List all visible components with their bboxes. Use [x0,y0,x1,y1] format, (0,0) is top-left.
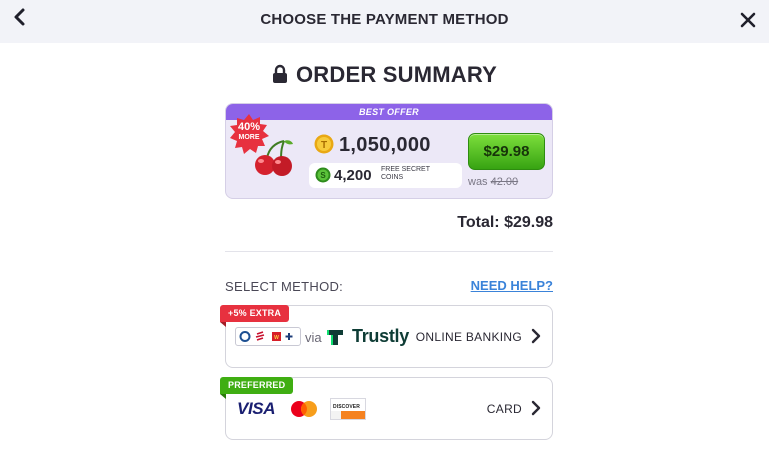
lock-icon [272,64,287,83]
gold-coin-icon: T [314,134,334,154]
via-label: via [305,330,322,345]
page-title: CHOOSE THE PAYMENT METHOD [260,11,509,28]
was-prefix: was [468,176,488,188]
green-coin-icon: S [315,167,331,183]
trustly-logo-icon [327,330,343,345]
was-price-value: 42.00 [490,176,519,188]
mastercard-logo-icon [291,401,317,417]
bonus-coins-amount: 4,200 [334,167,372,184]
payment-method-card[interactable]: PREFERRED VISA DISCOVER CARD [220,377,553,440]
ribbon-fold [220,322,226,327]
chevron-right-icon [531,400,541,416]
preferred-badge: PREFERRED [220,377,294,394]
svg-text:W: W [274,335,279,341]
payment-method-online-banking[interactable]: +5% EXTRA W via Trustly ONLINE BANKING [220,305,553,368]
svg-text:S: S [320,171,326,180]
extra-badge: +5% EXTRA [220,305,290,322]
buy-price-button[interactable]: $29.98 [468,133,545,170]
top-bar: CHOOSE THE PAYMENT METHOD [0,0,769,43]
promo-percent: 40% [237,121,261,133]
select-method-label: SELECT METHOD: [225,279,344,294]
coins-amount: 1,050,000 [339,134,431,156]
ribbon-fold [220,394,226,399]
discover-logo: DISCOVER [330,398,366,420]
svg-text:T: T [321,140,327,151]
card-label: CARD [486,402,522,416]
best-offer-banner: BEST OFFER [226,104,552,120]
chevron-right-icon [531,328,541,344]
divider [225,251,553,252]
order-summary-label: ORDER SUMMARY [295,62,497,87]
need-help-link[interactable]: NEED HELP? [440,278,553,293]
total-amount: $29.98 [504,214,553,231]
discover-brand: DISCOVER [333,404,360,410]
visa-logo: VISA [237,399,276,418]
order-total: Total: $29.98 [225,214,553,232]
was-price: was 42.00 [468,176,518,188]
bonus-coins-label: FREE SECRET COINS [381,166,430,181]
trustly-brand: Trustly [352,326,409,346]
close-icon[interactable] [738,10,758,30]
bank-logos-icon: W [235,327,301,346]
offer-card: BEST OFFER 40% MORE T 1,050,000 S 4,200 … [225,103,553,199]
total-label: Total: [457,214,500,231]
online-banking-label: ONLINE BANKING [415,330,522,344]
discover-stripe [331,411,365,419]
cherries-icon [255,140,293,176]
order-summary-heading: ORDER SUMMARY [0,62,769,88]
